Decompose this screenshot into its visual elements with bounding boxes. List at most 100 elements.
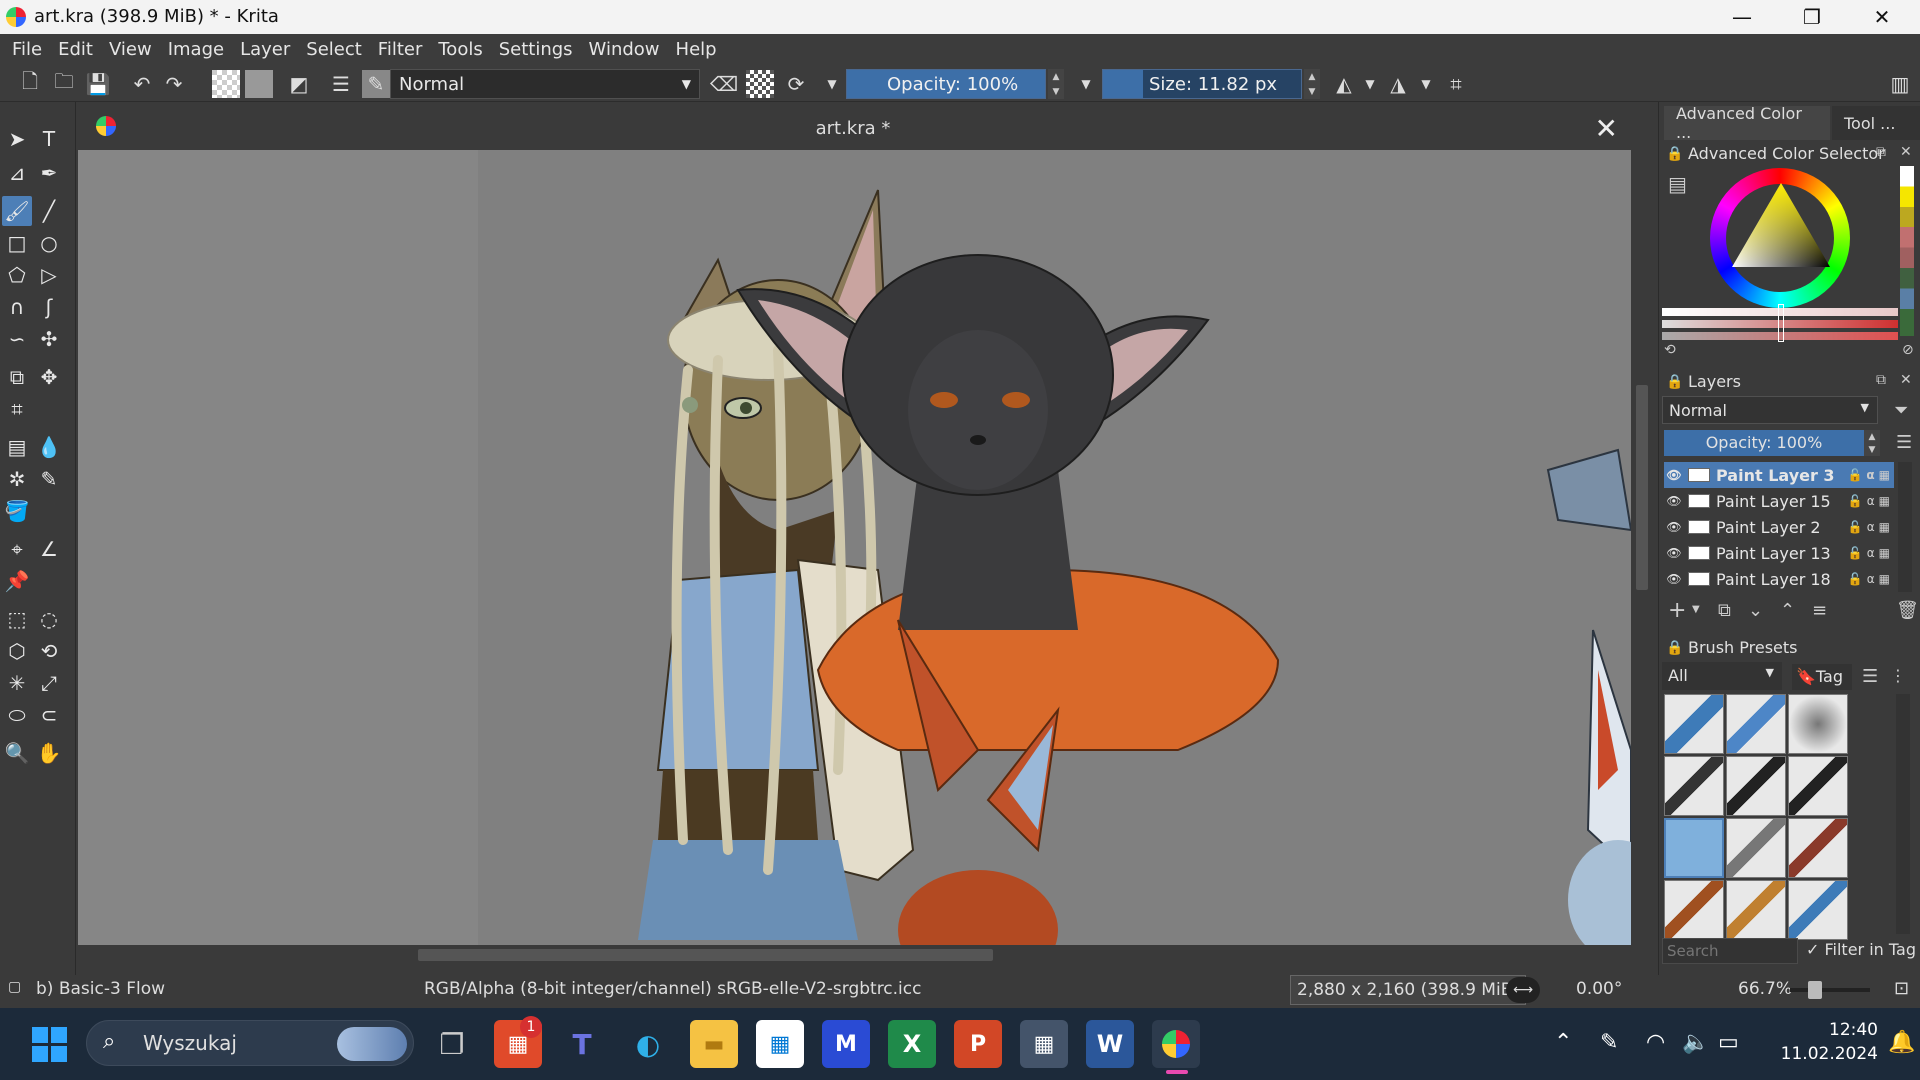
layer-row[interactable]: 👁 Paint Layer 18 🔓α▦: [1664, 566, 1894, 592]
layer-menu-icon[interactable]: ☰: [1896, 432, 1912, 453]
swap-colors-icon[interactable]: ◩: [285, 70, 313, 98]
close-button[interactable]: ✕: [1852, 0, 1912, 34]
brush-settings-icon[interactable]: ☰: [327, 70, 355, 98]
freehand-brush-tool-icon[interactable]: 🖌: [2, 196, 32, 226]
bezier-tool-icon[interactable]: ∩: [2, 292, 32, 322]
elliptical-selection-tool-icon[interactable]: ◌: [34, 604, 64, 634]
canvas[interactable]: [78, 150, 1631, 945]
lock-icon[interactable]: 🔒: [1666, 374, 1683, 390]
brush-search-input[interactable]: [1662, 938, 1798, 964]
crop-tool-icon[interactable]: ⌗: [2, 394, 32, 424]
list-view-icon[interactable]: ☰: [1862, 666, 1878, 687]
size-spinner[interactable]: ▲ ▼: [1304, 69, 1320, 99]
rotate-canvas-icon[interactable]: ⟷: [1506, 977, 1540, 1003]
chevron-down-icon[interactable]: ▼: [1356, 70, 1384, 98]
reload-preset-icon[interactable]: ⟳: [782, 70, 810, 98]
chevron-down-icon[interactable]: ▼: [1692, 604, 1700, 615]
word-icon[interactable]: W: [1086, 1020, 1134, 1068]
refresh-icon[interactable]: ⟲: [1664, 342, 1676, 358]
freehand-path-tool-icon[interactable]: ʃ: [34, 292, 64, 322]
brush-preset-marker[interactable]: [1788, 756, 1848, 816]
layer-flags-icon[interactable]: 🔓α▦: [1848, 572, 1894, 586]
notifications-icon[interactable]: 🔔: [1888, 1030, 1915, 1055]
visibility-eye-icon[interactable]: 👁: [1664, 572, 1684, 586]
teams-icon[interactable]: T: [558, 1020, 606, 1068]
move-tool-icon[interactable]: ✥: [34, 362, 64, 392]
line-tool-icon[interactable]: ╱: [34, 196, 64, 226]
show-hidden-icons-icon[interactable]: ⌃: [1554, 1030, 1572, 1055]
brush-preset-bristle[interactable]: [1664, 880, 1724, 940]
fit-page-icon[interactable]: ⊡: [1894, 978, 1909, 999]
brush-preset-paint[interactable]: [1788, 818, 1848, 878]
edge-browser-icon[interactable]: ◐: [624, 1020, 672, 1068]
zoom-tool-icon[interactable]: 🔍: [2, 738, 32, 768]
horizontal-scrollbar-thumb[interactable]: [418, 949, 993, 961]
zoom-slider-handle[interactable]: [1808, 981, 1822, 999]
taskbar-search-box[interactable]: ⌕ Wyszukaj: [86, 1020, 414, 1066]
menu-help[interactable]: Help: [668, 34, 725, 66]
opacity-slider[interactable]: Opacity: 100%: [846, 69, 1046, 99]
fill-gradients-icon[interactable]: [212, 70, 240, 98]
float-docker-icon[interactable]: ⧉: [1876, 144, 1886, 160]
brush-preset-eraser[interactable]: [1664, 694, 1724, 754]
size-slider[interactable]: Size: 11.82 px: [1102, 69, 1302, 99]
close-docker-icon[interactable]: ✕: [1900, 372, 1912, 388]
brush-preset-pen[interactable]: [1726, 756, 1786, 816]
magnetic-selection-tool-icon[interactable]: ⊂: [34, 700, 64, 730]
brush-preset-blend[interactable]: [1788, 880, 1848, 940]
eraser-mode-icon[interactable]: ⌫: [710, 70, 738, 98]
start-button[interactable]: [24, 1020, 74, 1068]
layer-flags-icon[interactable]: 🔓α▦: [1848, 520, 1894, 534]
file-explorer-icon[interactable]: ▬: [690, 1020, 738, 1068]
color-selector-settings-icon[interactable]: ▤: [1668, 172, 1687, 196]
dynamic-brush-tool-icon[interactable]: ∽: [2, 324, 32, 354]
calculator-icon[interactable]: ▦: [1020, 1020, 1068, 1068]
new-document-icon[interactable]: 🗋: [16, 69, 44, 98]
color-triangle[interactable]: [1726, 175, 1836, 275]
tab-advanced-color[interactable]: Advanced Color ...: [1664, 104, 1830, 142]
layers-scrollbar[interactable]: [1898, 462, 1912, 592]
menu-edit[interactable]: Edit: [50, 34, 101, 66]
visibility-eye-icon[interactable]: 👁: [1664, 494, 1684, 508]
menu-window[interactable]: Window: [581, 34, 668, 66]
color-history-strip[interactable]: [1900, 166, 1914, 336]
add-layer-icon[interactable]: +: [1668, 598, 1686, 623]
layer-row[interactable]: 👁 Paint Layer 15 🔓α▦: [1664, 488, 1894, 514]
wrap-around-icon[interactable]: ⌗: [1442, 70, 1470, 98]
move-layer-up-icon[interactable]: ⌃: [1780, 600, 1795, 621]
menu-layer[interactable]: Layer: [232, 34, 298, 66]
polygon-tool-icon[interactable]: ⬠: [2, 260, 32, 290]
menu-select[interactable]: Select: [298, 34, 370, 66]
menu-filter[interactable]: Filter: [370, 34, 431, 66]
rectangular-selection-tool-icon[interactable]: ⬚: [2, 604, 32, 634]
brush-preset-oil[interactable]: [1726, 880, 1786, 940]
menu-image[interactable]: Image: [160, 34, 232, 66]
delete-layer-icon[interactable]: 🗑: [1896, 600, 1919, 621]
brush-preset-ink[interactable]: [1664, 756, 1724, 816]
clear-icon[interactable]: ⊘: [1902, 342, 1914, 358]
visibility-eye-icon[interactable]: 👁: [1664, 520, 1684, 534]
brush-preset-soft[interactable]: [1788, 694, 1848, 754]
menu-file[interactable]: File: [4, 34, 50, 66]
lock-icon[interactable]: 🔒: [1666, 146, 1683, 162]
layers-opacity-slider[interactable]: Opacity: 100%: [1664, 430, 1864, 456]
restore-button[interactable]: ❐: [1782, 0, 1842, 34]
store-icon[interactable]: ▦: [756, 1020, 804, 1068]
lock-icon[interactable]: 🔒: [1666, 640, 1683, 656]
blend-mode-select[interactable]: Normal ▼: [390, 69, 700, 99]
layers-opacity-spinner[interactable]: ▲ ▼: [1864, 430, 1880, 456]
color-slider-handle[interactable]: [1778, 304, 1784, 342]
contiguous-selection-tool-icon[interactable]: ✳: [2, 668, 32, 698]
presets-settings-icon[interactable]: ⋮: [1890, 666, 1906, 685]
visibility-eye-icon[interactable]: 👁: [1664, 468, 1684, 482]
tab-tool-options[interactable]: Tool ...: [1832, 106, 1920, 140]
task-view-icon[interactable]: ❐: [428, 1020, 476, 1068]
brush-filter-select[interactable]: All ▼: [1662, 662, 1782, 690]
text-tool-icon[interactable]: T: [34, 124, 64, 154]
document-tab[interactable]: art.kra * ✕: [78, 108, 1628, 150]
pen-icon[interactable]: ✎: [1600, 1030, 1618, 1055]
save-icon[interactable]: 💾: [84, 70, 112, 98]
layer-row[interactable]: 👁 Paint Layer 13 🔓α▦: [1664, 540, 1894, 566]
color-picker-tool-icon[interactable]: 💧: [34, 432, 64, 462]
horizontal-scrollbar[interactable]: [78, 945, 1632, 965]
